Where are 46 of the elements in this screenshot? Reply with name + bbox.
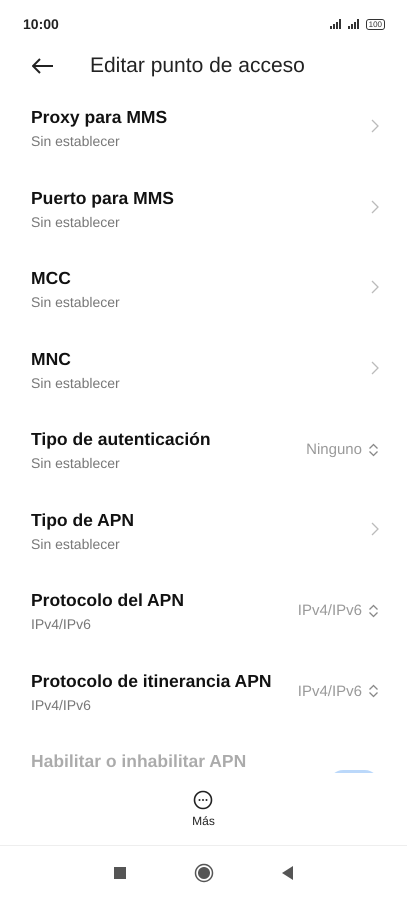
setting-title: Tipo de APN xyxy=(31,510,136,530)
chevron-right-icon xyxy=(371,200,379,214)
setting-subtitle: Sin establecer xyxy=(31,294,121,310)
back-nav-icon[interactable] xyxy=(282,866,293,880)
up-down-icon xyxy=(368,442,379,456)
setting-value: IPv4/IPv6 xyxy=(298,602,362,619)
settings-item[interactable]: MNC Sin establecer xyxy=(0,348,407,429)
up-down-icon xyxy=(368,684,379,698)
page-title: Editar punto de acceso xyxy=(90,54,305,78)
chevron-right-icon xyxy=(371,360,379,374)
setting-title: Protocolo del APN xyxy=(31,590,185,611)
setting-subtitle: IPv4/IPv6 xyxy=(31,616,92,632)
setting-title: Habilitar o inhabilitar APN xyxy=(31,751,248,772)
back-arrow-icon[interactable] xyxy=(32,58,54,74)
setting-title: Protocolo de itinerancia APN xyxy=(31,670,273,692)
setting-subtitle: Sin establecer xyxy=(31,133,121,149)
settings-item[interactable]: Tipo de APN Sin establecer xyxy=(0,510,407,590)
setting-value: Ninguno xyxy=(306,441,362,458)
setting-subtitle: IPv4/IPv6 xyxy=(31,696,92,712)
more-icon xyxy=(193,790,214,810)
settings-item[interactable]: MCC Sin establecer xyxy=(0,268,407,348)
setting-title: MCC xyxy=(31,268,72,289)
settings-item[interactable]: Puerto para MMS Sin establecer xyxy=(0,188,407,268)
settings-item[interactable]: Proxy para MMS Sin establecer xyxy=(0,107,407,188)
chevron-right-icon xyxy=(371,119,379,133)
setting-title: Proxy para MMS xyxy=(31,107,168,128)
setting-subtitle: Sin establecer xyxy=(31,536,121,552)
chevron-right-icon xyxy=(371,280,379,294)
chevron-right-icon xyxy=(371,522,379,536)
setting-value: IPv4/IPv6 xyxy=(298,682,362,700)
up-down-icon xyxy=(368,604,379,618)
battery-icon: 100 xyxy=(366,18,385,30)
setting-subtitle: Sin establecer xyxy=(31,455,121,471)
settings-item[interactable]: Protocolo del APN IPv4/IPv6 IPv4/IPv6 xyxy=(0,590,407,670)
setting-subtitle: Sin establecer xyxy=(31,214,121,230)
settings-item[interactable]: Protocolo de itinerancia APN IPv4/IPv6 IPv4/IPv6 xyxy=(0,670,407,751)
home-nav-icon[interactable] xyxy=(194,863,214,883)
signal-icon xyxy=(348,19,362,29)
setting-title: Tipo de autenticación xyxy=(31,429,212,450)
settings-item[interactable]: Tipo de autenticación Sin establecer Ninguno xyxy=(0,429,407,510)
signal-icon xyxy=(330,19,344,29)
setting-title: MNC xyxy=(31,348,72,370)
more-button[interactable]: Más xyxy=(192,790,215,828)
setting-title: Puerto para MMS xyxy=(31,188,175,208)
status-time: 10:00 xyxy=(23,16,59,32)
setting-subtitle: Sin establecer xyxy=(31,374,121,390)
